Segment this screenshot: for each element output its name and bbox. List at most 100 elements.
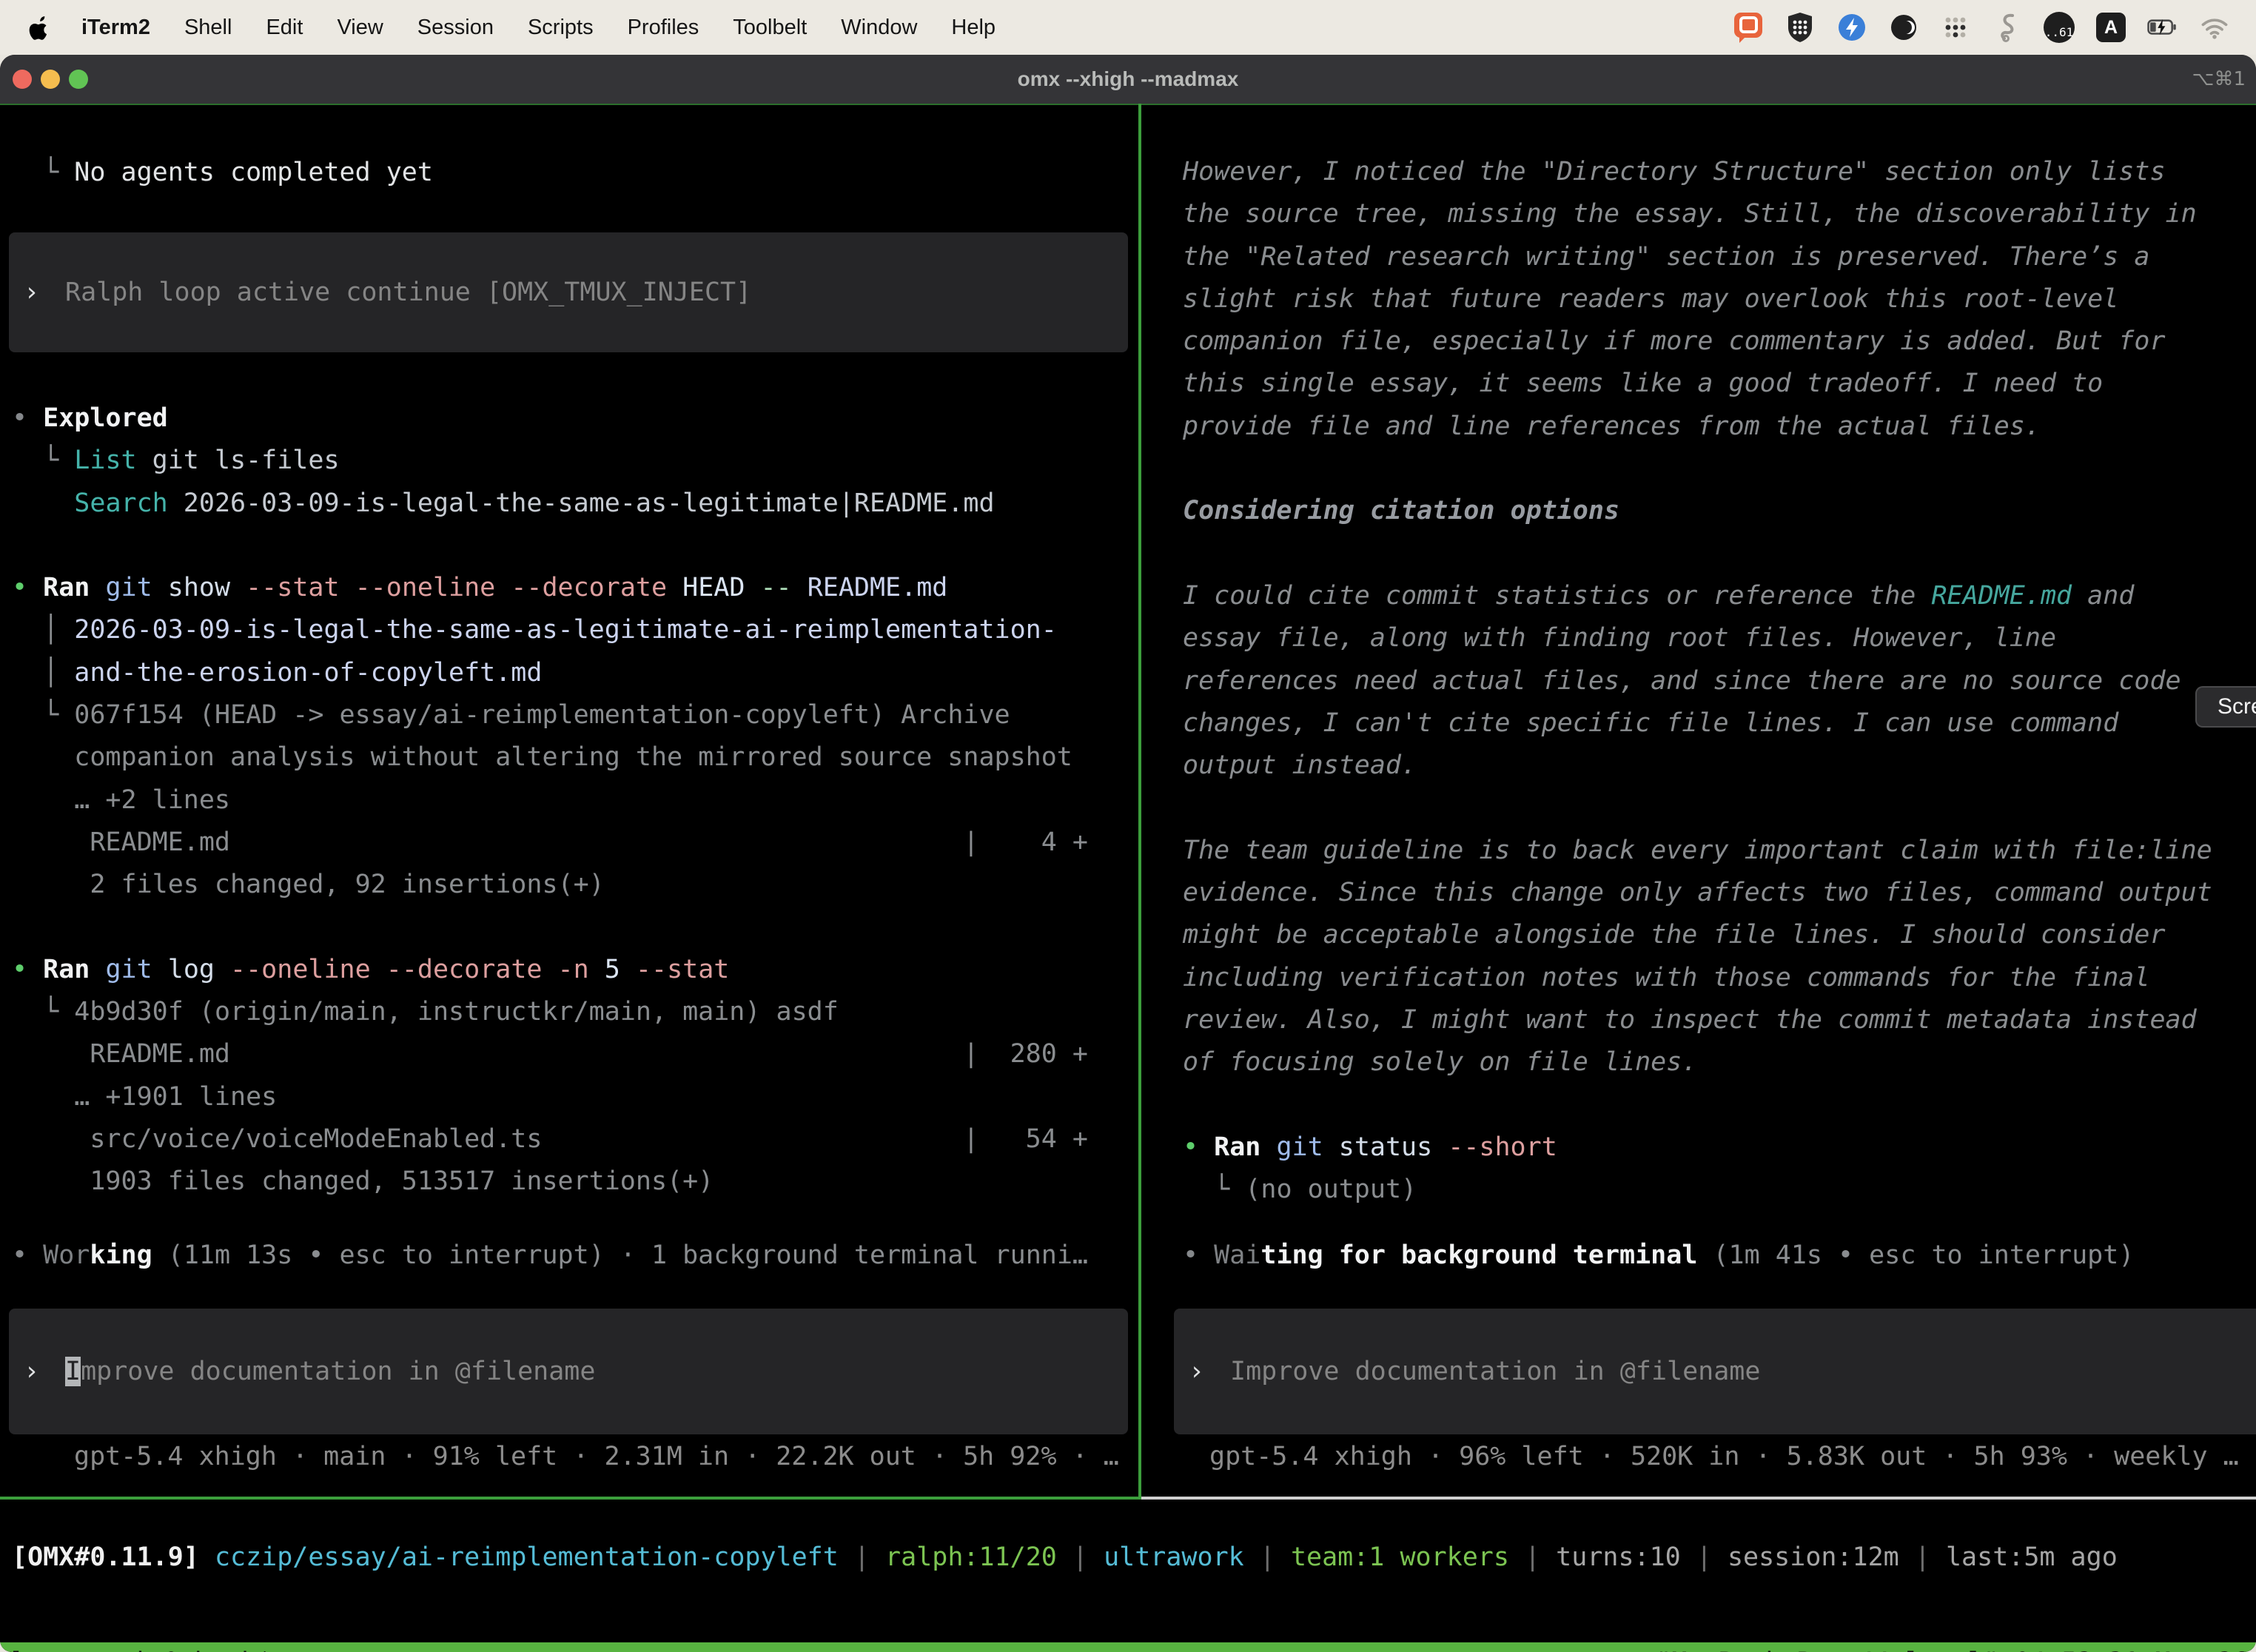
right-input-text: Improve documentation in @filename <box>1174 1357 1760 1386</box>
messages-icon[interactable] <box>1732 11 1765 44</box>
right-input-box[interactable]: › Improve documentation in @filename <box>1174 1309 2256 1434</box>
dots-grid-icon[interactable] <box>1939 11 1972 44</box>
waiting-status-line: • Waiting for background terminal (1m 41… <box>1171 1235 2134 1277</box>
shield-grid-icon[interactable] <box>1784 11 1816 44</box>
prompt-chevron: › <box>24 278 39 307</box>
left-input-text: Improve documentation in @filename <box>9 1357 595 1386</box>
window-title: omx --xhigh --madmax <box>0 67 2256 91</box>
terminal-line: companion analysis without altering the … <box>0 736 1138 779</box>
keyboard-a-icon[interactable]: A <box>2095 11 2127 44</box>
terminal-line: the source tree, missing the essay. Stil… <box>1171 193 2256 235</box>
terminal-line: this single essay, it seems like a good … <box>1171 363 2256 405</box>
right-model-status-line: gpt-5.4 xhigh · 96% left · 520K in · 5.8… <box>1209 1436 2239 1478</box>
close-button[interactable] <box>13 70 32 89</box>
apple-menu-icon[interactable] <box>25 15 47 40</box>
terminal-line: references need actual files, and since … <box>1171 660 2256 702</box>
menu-items: iTerm2 Shell Edit View Session Scripts Profile… <box>81 16 996 40</box>
left-agent-pane[interactable]: └ No agents completed yet › Ralph loop a… <box>0 104 1138 1497</box>
terminal-line: │ 2026-03-09-is-legal-the-same-as-legiti… <box>0 609 1138 651</box>
screen-tooltip: Scre <box>2195 686 2256 728</box>
terminal-line: └ List git ls-files <box>0 440 1138 482</box>
terminal-line <box>1171 1084 2256 1126</box>
terminal-line: 2 files changed, 92 insertions(+) <box>0 864 1138 906</box>
terminal-line: └ 067f154 (HEAD -> essay/ai-reimplementa… <box>0 694 1138 736</box>
window-titlebar[interactable]: omx --xhigh --madmax ⌥⌘1 <box>0 55 2256 104</box>
terminal-line: • Ran git log --oneline --decorate -n 5 … <box>0 949 1138 991</box>
moon-circle-icon[interactable] <box>1887 11 1920 44</box>
battery-charging-icon[interactable] <box>2146 11 2179 44</box>
menu-item-toolbelt[interactable]: Toolbelt <box>733 16 807 40</box>
window-shortcut-badge: ⌥⌘1 <box>2192 55 2246 104</box>
pane-divider-horizontal-active <box>0 1497 1141 1500</box>
menu-item-shell[interactable]: Shell <box>184 16 232 40</box>
terminal-line <box>1171 533 2256 575</box>
terminal-line <box>1171 787 2256 829</box>
terminal-window: omx --xhigh --madmax ⌥⌘1 └ No agents com… <box>0 55 2256 1652</box>
left-inject-box[interactable]: › Ralph loop active continue [OMX_TMUX_I… <box>9 232 1128 352</box>
wifi-icon[interactable] <box>2198 11 2231 44</box>
terminal-line: │ and-the-erosion-of-copyleft.md <box>0 652 1138 694</box>
squiggle-icon[interactable] <box>1991 11 2024 44</box>
left-transcript: • Explored └ List git ls-files Search 20… <box>0 397 1138 1203</box>
omx-status-bar: [OMX#0.11.9] cczip/essay/ai-reimplementa… <box>12 1537 2118 1579</box>
menu-item-edit[interactable]: Edit <box>266 16 303 40</box>
terminal-line: provide file and line references from th… <box>1171 406 2256 448</box>
timer-61-icon[interactable]: ..61 <box>2043 11 2075 44</box>
terminal-line: output instead. <box>1171 745 2256 787</box>
terminal-line: essay file, along with finding root file… <box>1171 617 2256 659</box>
left-top-lines: └ No agents completed yet <box>0 152 1138 194</box>
terminal-line: of focusing solely on file lines. <box>1171 1041 2256 1084</box>
menu-item-iterm2[interactable]: iTerm2 <box>81 16 150 40</box>
blue-badge-icon[interactable] <box>1836 11 1868 44</box>
terminal-line: • Explored <box>0 397 1138 440</box>
menu-item-profiles[interactable]: Profiles <box>628 16 699 40</box>
terminal-content: └ No agents completed yet › Ralph loop a… <box>0 104 2256 1652</box>
screen: { "menu_bar": { "items": ["iTerm2","Shel… <box>0 0 2256 1652</box>
terminal-line: └ No agents completed yet <box>0 152 1138 194</box>
terminal-line: However, I noticed the "Directory Struct… <box>1171 151 2256 193</box>
menu-item-window[interactable]: Window <box>841 16 917 40</box>
left-input-box[interactable]: › Improve documentation in @filename <box>9 1309 1128 1434</box>
prompt-chevron: › <box>1189 1357 1204 1386</box>
inject-box-text: Ralph loop active continue [OMX_TMUX_INJ… <box>9 278 751 307</box>
right-transcript: However, I noticed the "Directory Struct… <box>1171 151 2256 1211</box>
terminal-line: review. Also, I might want to inspect th… <box>1171 999 2256 1041</box>
terminal-line: I could cite commit statistics or refere… <box>1171 575 2256 617</box>
terminal-line: • Ran git show --stat --oneline --decora… <box>0 567 1138 609</box>
terminal-line: The team guideline is to back every impo… <box>1171 830 2256 872</box>
terminal-line: Considering citation options <box>1171 490 2256 532</box>
terminal-line: changes, I can't cite specific file line… <box>1171 702 2256 745</box>
pane-divider-vertical[interactable] <box>1138 104 1141 1498</box>
terminal-line: evidence. Since this change only affects… <box>1171 872 2256 914</box>
terminal-line: └ 4b9d30f (origin/main, instructkr/main,… <box>0 991 1138 1033</box>
menu-item-view[interactable]: View <box>337 16 383 40</box>
terminal-line: └ (no output) <box>1171 1169 2256 1211</box>
prompt-chevron: › <box>24 1357 39 1386</box>
menu-status-icons: ..61 A <box>1732 11 2231 44</box>
terminal-line: might be acceptable alongside the file l… <box>1171 914 2256 956</box>
zoom-button[interactable] <box>69 70 88 89</box>
pane-divider-horizontal-inactive <box>1141 1497 2256 1500</box>
traffic-lights <box>13 70 88 89</box>
minimize-button[interactable] <box>41 70 60 89</box>
menu-item-scripts[interactable]: Scripts <box>528 16 594 40</box>
terminal-line: src/voice/voiceModeEnabled.ts | 54 + <box>0 1118 1138 1161</box>
terminal-line: … +2 lines <box>0 779 1138 822</box>
terminal-line: • Ran git status --short <box>1171 1126 2256 1169</box>
terminal-line: Search 2026-03-09-is-legal-the-same-as-l… <box>0 483 1138 525</box>
tmux-session-label: [omx-cczip0:bash* <box>7 1648 272 1652</box>
menu-item-session[interactable]: Session <box>417 16 494 40</box>
terminal-line <box>0 907 1138 949</box>
terminal-line <box>0 525 1138 567</box>
text-cursor: I <box>65 1357 81 1386</box>
menu-bar: iTerm2 Shell Edit View Session Scripts Profile… <box>0 0 2256 55</box>
menu-item-help[interactable]: Help <box>951 16 996 40</box>
right-agent-pane[interactable]: However, I noticed the "Directory Struct… <box>1143 104 2256 1497</box>
tmux-host-clock: "MacBook-Pro-44.local" 04:52 31-Mar-26 <box>1656 1648 2249 1652</box>
terminal-line: companion file, especially if more comme… <box>1171 320 2256 363</box>
terminal-line: README.md | 280 + <box>0 1033 1138 1075</box>
terminal-line: the "Related research writing" section i… <box>1171 236 2256 278</box>
left-model-status-line: gpt-5.4 xhigh · main · 91% left · 2.31M … <box>74 1436 1119 1478</box>
terminal-line <box>1171 448 2256 490</box>
tmux-status-bar: [omx-cczip0:bash* "MacBook-Pro-44.local"… <box>0 1642 2256 1652</box>
